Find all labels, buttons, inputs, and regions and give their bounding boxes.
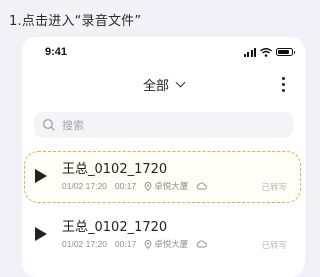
wifi-icon [260, 47, 272, 57]
recording-duration: 00:17 [114, 239, 137, 249]
search-bar[interactable] [34, 112, 293, 138]
location-icon [144, 239, 152, 249]
recording-duration: 00:17 [114, 181, 137, 191]
battery-icon [276, 48, 295, 56]
chevron-down-icon [175, 77, 186, 88]
more-options-icon[interactable] [282, 77, 285, 92]
recording-date: 01/02 17:20 [62, 181, 107, 191]
filter-dropdown[interactable]: 全部 [22, 75, 305, 94]
recording-title: 王总_0102_1720 [62, 162, 168, 177]
transcribed-status: 已转写 [261, 183, 287, 193]
cloud-icon [197, 182, 208, 190]
signal-icon [243, 47, 256, 57]
search-input[interactable] [60, 117, 264, 133]
play-icon[interactable] [35, 227, 47, 241]
filter-label: 全部 [142, 79, 169, 94]
recording-location: 卓悦大厦 [154, 181, 189, 191]
recording-item[interactable]: 王总_0102_1720 01/02 17:20 00:17 卓悦大厦 已转写 [22, 209, 305, 261]
recording-item-highlighted[interactable]: 王总_0102_1720 01/02 17:20 00:17 卓悦大厦 已转写 [22, 151, 305, 203]
recording-date: 01/02 17:20 [62, 239, 107, 249]
recording-meta: 01/02 17:20 00:17 卓悦大厦 [62, 238, 208, 250]
recording-meta: 01/02 17:20 00:17 卓悦大厦 [62, 180, 208, 192]
status-bar: 9:41 [22, 37, 305, 65]
transcribed-status: 已转写 [261, 241, 287, 251]
search-icon [43, 119, 55, 131]
play-icon[interactable] [35, 169, 47, 183]
status-time: 9:41 [45, 46, 68, 58]
instruction-text: 1.点击进入“录音文件” [9, 14, 142, 29]
cloud-icon [197, 240, 208, 248]
recording-title: 王总_0102_1720 [62, 220, 168, 235]
recording-location: 卓悦大厦 [154, 239, 189, 249]
phone-screen: 9:41 全部 王总_0102_1720 01/ [22, 37, 305, 277]
location-icon [144, 181, 152, 191]
